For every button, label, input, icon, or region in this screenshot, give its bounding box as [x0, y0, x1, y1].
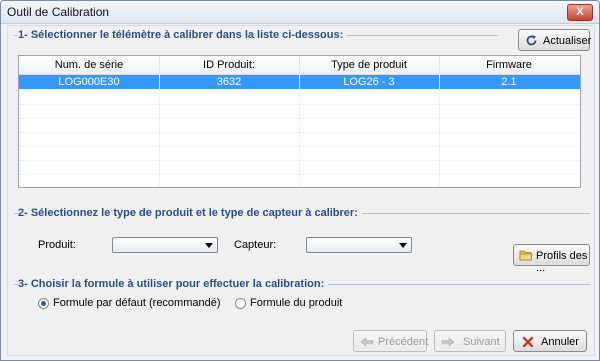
section2-heading: 2- Sélectionnez le type de produit et le… [18, 207, 362, 219]
calibration-window: Outil de Calibration X 1- Sélectionner l… [0, 0, 600, 361]
next-button[interactable]: Suivant [434, 330, 506, 352]
close-button[interactable]: X [567, 4, 593, 21]
profiles-label: Profils des ... [536, 250, 588, 274]
previous-button[interactable]: Précédent [353, 330, 429, 352]
profiles-button[interactable]: Profils des ... [513, 244, 590, 274]
folder-icon [519, 250, 533, 261]
refresh-icon [526, 35, 537, 46]
column-header-firmware[interactable]: Firmware [439, 56, 579, 74]
produit-label: Produit: [38, 239, 76, 251]
cell-product-type: LOG26 - 3 [343, 76, 395, 88]
refresh-label: Actualiser [543, 35, 592, 47]
table-header: Num. de série ID Produit: Type de produi… [19, 56, 580, 75]
cancel-button[interactable]: Annuler [513, 330, 587, 352]
window-title: Outil de Calibration [7, 5, 110, 19]
formula-default-label[interactable]: Formule par défaut (recommandé) [53, 297, 221, 309]
formula-product-label[interactable]: Formule du produit [250, 297, 342, 309]
produit-select[interactable] [112, 237, 218, 253]
previous-label: Précédent [378, 336, 429, 348]
cell-product-id: 3632 [216, 76, 242, 88]
formula-product-radio[interactable] [235, 298, 246, 309]
cancel-label: Annuler [541, 336, 579, 348]
chevron-down-icon [205, 243, 213, 248]
arrow-left-icon [360, 337, 374, 347]
chevron-down-icon [399, 243, 407, 248]
section1-heading: 1- Sélectionner le télémètre à calibrer … [18, 29, 348, 41]
title-bar: Outil de Calibration X [1, 1, 599, 24]
next-label: Suivant [463, 336, 500, 348]
column-header-product-id[interactable]: ID Produit: [159, 56, 300, 74]
cell-serial: LOG000E30 [58, 76, 120, 88]
dialog-body: 1- Sélectionner le télémètre à calibrer … [7, 25, 595, 356]
formula-default-radio[interactable] [38, 298, 49, 309]
refresh-button[interactable]: Actualiser [518, 29, 592, 51]
capteur-select[interactable] [306, 237, 412, 253]
grid-column-line [299, 74, 300, 187]
section3-heading: 3- Choisir la formule à utiliser pour ef… [18, 278, 329, 290]
column-header-product-type[interactable]: Type de produit [299, 56, 440, 74]
column-header-serial[interactable]: Num. de série [19, 56, 160, 74]
cell-firmware: 2.1 [501, 76, 517, 88]
grid-column-line [159, 74, 160, 187]
arrow-right-icon [441, 337, 455, 347]
radio-selected-dot [41, 301, 46, 306]
capteur-label: Capteur: [234, 239, 277, 251]
device-table[interactable]: Num. de série ID Produit: Type de produi… [18, 55, 581, 188]
close-x-icon [522, 336, 534, 348]
grid-column-line [439, 74, 440, 187]
